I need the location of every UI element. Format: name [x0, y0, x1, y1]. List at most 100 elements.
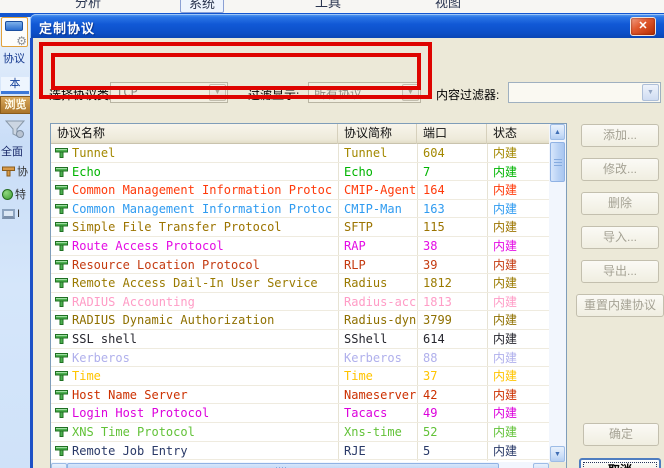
protocol-port: 49 [423, 406, 438, 421]
menu-item-analysis[interactable]: 分析 [66, 0, 110, 13]
table-row[interactable]: XNS Time Protocol Xns-time 52 内建 [51, 423, 549, 442]
protocol-name: Remote Job Entry [72, 443, 188, 458]
delete-button[interactable]: 删除 [581, 192, 659, 215]
horizontal-scroll-thumb[interactable] [67, 463, 499, 468]
close-button[interactable]: ✕ [630, 17, 656, 36]
chevron-down-icon[interactable]: ▼ [642, 84, 659, 101]
protocol-tee-icon [55, 389, 68, 406]
menu-item-view[interactable]: 视图 [426, 0, 470, 13]
protocol-abbr: Echo [344, 164, 373, 179]
table-row[interactable]: RADIUS Accounting Radius-acct 1813 内建 [51, 293, 549, 312]
vertical-scrollbar[interactable]: ▲ ▼ [549, 124, 566, 462]
modify-button[interactable]: 修改... [581, 158, 659, 181]
protocol-tee-icon [55, 240, 68, 257]
tee-icon [2, 166, 15, 176]
protocol-tee-icon [55, 259, 68, 276]
protocol-status: 内建 [493, 406, 518, 421]
left-sidebar: ⚙ 协议 本 浏览 全面 协 特 I [0, 17, 32, 468]
table-row[interactable]: Tunnel Tunnel 604 内建 [51, 144, 549, 163]
filter-display-label: 过滤显示: [248, 88, 300, 102]
protocol-port: 604 [423, 146, 445, 160]
menu-item-system[interactable]: 系统 [180, 0, 224, 13]
protocol-tool-button[interactable]: ⚙ [1, 17, 28, 48]
protocol-port: 52 [423, 424, 438, 439]
table-row[interactable]: Simple File Transfer Protocol SFTP 115 内… [51, 218, 549, 237]
protocol-port: 5 [423, 443, 431, 458]
table-row[interactable]: Common Management Information Protoc... … [51, 181, 549, 200]
sidebar-tree-item-special[interactable]: 特 [2, 186, 26, 202]
protocol-status: 内建 [493, 276, 518, 291]
protocol-abbr: CMIP-Agent [344, 183, 416, 198]
filter-display-select[interactable]: 所有协议 ▼ [308, 82, 421, 103]
protocol-abbr: SFTP [344, 220, 373, 235]
scroll-up-icon[interactable]: ▲ [550, 124, 565, 140]
protocol-port: 164 [423, 183, 445, 198]
menu-item-tools[interactable]: 工具 [306, 0, 350, 13]
gear-icon: ⚙ [16, 34, 27, 48]
add-button[interactable]: 添加... [581, 124, 659, 147]
bug-icon [2, 188, 13, 200]
header-protocol-abbr[interactable]: 协议简称 [338, 124, 417, 144]
protocol-name: Remote Access Dail-In User Service [72, 276, 318, 291]
protocol-port: 614 [423, 331, 445, 346]
horizontal-scrollbar[interactable]: ◄ ► [51, 462, 549, 468]
table-row[interactable]: Time Time 37 内建 [51, 367, 549, 386]
menu-bar: 分析 系统 工具 视图 [0, 0, 664, 13]
content-filter-select[interactable]: ▼ [508, 82, 661, 103]
dialog-titlebar[interactable]: 定制协议 ✕ [30, 14, 664, 38]
tree-item-label: I [17, 208, 21, 220]
import-button[interactable]: 导入... [581, 226, 659, 249]
table-row[interactable]: Remote Access Dail-In User Service Radiu… [51, 274, 549, 293]
protocol-name: Resource Location Protocol [72, 257, 260, 272]
protocol-status: 内建 [493, 387, 518, 402]
scroll-down-icon[interactable]: ▼ [550, 446, 565, 462]
table-row[interactable]: Common Management Information Protoc... … [51, 200, 549, 219]
protocol-status: 内建 [493, 331, 518, 346]
protocol-port: 39 [423, 257, 438, 272]
protocol-tee-icon [55, 296, 68, 313]
filter-funnel-icon[interactable] [4, 119, 26, 144]
header-protocol-name[interactable]: 协议名称 [51, 124, 338, 144]
chevron-down-icon[interactable]: ▼ [209, 84, 226, 101]
table-row[interactable]: Kerberos Kerberos 88 内建 [51, 349, 549, 368]
table-row[interactable]: Login Host Protocol Tacacs 49 内建 [51, 404, 549, 423]
protocol-abbr: Radius-acct [344, 294, 416, 309]
protocol-abbr: RLP [344, 257, 366, 272]
protocol-name: Echo [72, 164, 101, 179]
protocol-name: Login Host Protocol [72, 406, 210, 421]
protocol-type-select[interactable]: TCP ▼ [110, 82, 228, 103]
header-port[interactable]: 端口 [417, 124, 487, 144]
table-header-row: 协议名称 协议简称 端口 状态 [51, 124, 549, 144]
table-row[interactable]: SSL shell SShell 614 内建 [51, 330, 549, 349]
protocol-tee-icon [55, 445, 68, 462]
reset-builtin-button[interactable]: 重置内建协议 [576, 294, 664, 317]
table-row[interactable]: RADIUS Dynamic Authorization Radius-dyna… [51, 311, 549, 330]
table-row[interactable]: Host Name Server Nameserver 42 内建 [51, 386, 549, 405]
header-status[interactable]: 状态 [487, 124, 549, 144]
export-button[interactable]: 导出... [581, 260, 659, 283]
cancel-button[interactable]: 取消 [579, 458, 661, 468]
pipe-icon [5, 21, 23, 31]
sidebar-tree-item-ip[interactable]: I [2, 208, 20, 220]
protocol-port: 115 [423, 220, 445, 235]
table-row[interactable]: Resource Location Protocol RLP 39 内建 [51, 256, 549, 275]
protocol-name: Simple File Transfer Protocol [72, 220, 282, 235]
protocol-name: Tunnel [72, 146, 116, 160]
table-row[interactable]: Route Access Protocol RAP 38 内建 [51, 237, 549, 256]
protocol-port: 42 [423, 387, 438, 402]
protocol-port: 163 [423, 201, 445, 216]
dialog-title: 定制协议 [39, 21, 96, 36]
table-row[interactable]: Echo Echo 7 内建 [51, 163, 549, 182]
chevron-down-icon[interactable]: ▼ [402, 84, 419, 101]
protocol-tee-icon [55, 426, 68, 443]
sidebar-tab-local[interactable]: 本 [1, 77, 29, 94]
protocol-name: XNS Time Protocol [72, 424, 195, 439]
ok-button[interactable]: 确定 [583, 423, 659, 446]
vertical-scroll-thumb[interactable] [550, 142, 565, 182]
sidebar-browse-button[interactable]: 浏览 [0, 96, 31, 114]
scroll-right-icon[interactable]: ► [533, 463, 549, 468]
scroll-left-icon[interactable]: ◄ [51, 463, 67, 468]
table-row[interactable]: Remote Job Entry RJE 5 内建 [51, 442, 549, 461]
protocol-name: RADIUS Dynamic Authorization [72, 313, 275, 328]
sidebar-tree-item-protocol[interactable]: 协 [2, 163, 28, 179]
